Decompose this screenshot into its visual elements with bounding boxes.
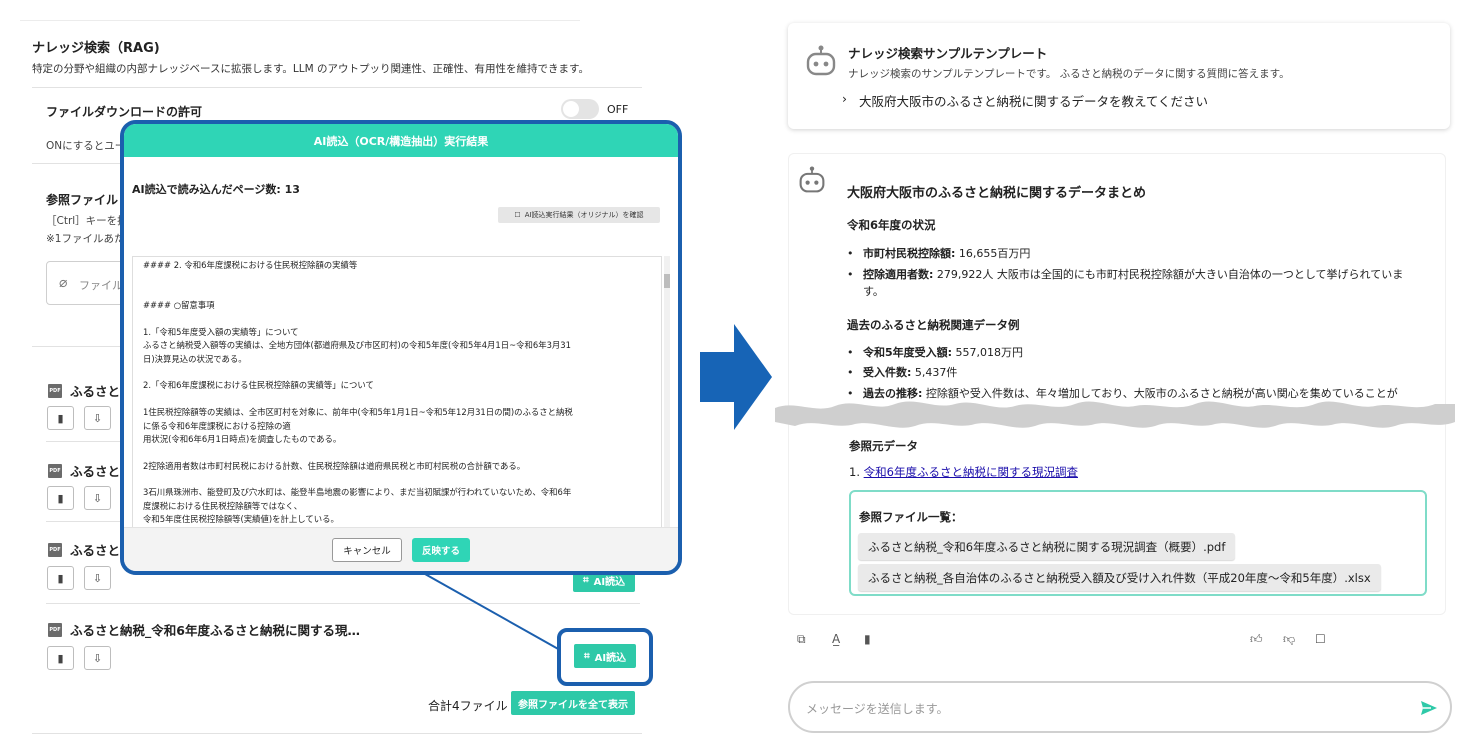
ocr-result-text: #### 2. 令和6年度課税における住民税控除額の実績等 #### ○留意事項 1… [143, 259, 573, 527]
scrollbar-thumb[interactable] [664, 274, 670, 288]
ocr-text-line: 度課税における住民税控除額等ではなく、 [143, 500, 303, 511]
ocr-text-line: 2控除適用者数は市町村民税における計数、住民税控除額は道府県民税と市町村民税の合… [143, 460, 526, 471]
ocr-text-line: 日)決算見込の状況である。 [143, 353, 247, 364]
dialog-header: AI読込（OCR/構造抽出）実行結果 [124, 124, 678, 157]
template-card[interactable]: ナレッジ検索サンプルテンプレート ナレッジ検索のサンプルテンプレートです。 ふる… [788, 23, 1450, 129]
apply-button[interactable]: 反映する [412, 538, 470, 562]
document-icon: ☐ [514, 211, 521, 219]
ocr-text-line [143, 366, 573, 378]
dialog-footer: キャンセル 反映する [124, 527, 678, 571]
scrollbar[interactable] [664, 256, 670, 528]
list-item-value: 16,655百万円 [955, 247, 1031, 260]
list-item: • 受入件数: 5,437件 [847, 366, 958, 379]
ocr-text-line: #### 2. 令和6年度課税における住民税控除額の実績等 [143, 260, 358, 270]
thumbs-down-icon[interactable]: 👎︎ [1283, 632, 1295, 647]
ocr-text-line [143, 313, 573, 325]
comment-icon[interactable]: ☐ [1315, 632, 1326, 646]
ocr-text-line [143, 272, 573, 284]
view-original-label: AI読込実行結果（オリジナル）を確認 [524, 211, 644, 219]
text-format-icon[interactable]: A̲ [832, 632, 840, 646]
template-title: ナレッジ検索サンプルテンプレート [848, 46, 1048, 61]
ocr-text-line: 令和5年度住民税控除額等(実績値)を計上している。 [143, 514, 339, 525]
composite-screenshot: ナレッジ検索（RAG) 特定の分野や組織の内部ナレッジベースに拡張します。LLM… [0, 0, 1473, 754]
source-index: 1. [849, 465, 860, 479]
template-prompt-text: 大阪府大阪市のふるさと納税に関するデータを教えてください [859, 94, 1209, 109]
sources-heading: 参照元データ [849, 439, 918, 453]
ocr-text-line: 3石川県珠洲市、能登町及び穴水町は、能登半島地震の影響により、まだ当初賦課が行わ… [143, 487, 572, 498]
list-item-value: 5,437件 [911, 366, 958, 379]
assistant-message: 大阪府大阪市のふるさと納税に関するデータまとめ 令和6年度の状況 • 市町村民税控… [775, 153, 1455, 615]
view-original-button[interactable]: ☐ AI読込実行結果（オリジナル）を確認 [498, 207, 660, 223]
pages-read-count: AI読込で読み込んだページ数: 13 [132, 183, 300, 196]
trash-icon[interactable]: ▮ [864, 632, 871, 646]
send-icon[interactable] [1420, 699, 1438, 717]
template-description: ナレッジ検索のサンプルテンプレートです。 ふるさと納税のデータに関する質問に答え… [848, 68, 1290, 80]
list-item-label: 市町村民税控除額: [863, 247, 956, 260]
answer-title: 大阪府大阪市のふるさと納税に関するデータまとめ [847, 186, 1147, 201]
list-item-label: 控除適用者数: [863, 268, 934, 281]
ocr-text-line [143, 473, 573, 485]
list-item: • 令和5年度受入額: 557,018万円 [847, 346, 1024, 359]
copy-icon[interactable]: ⧉ [797, 632, 806, 647]
ocr-text-line: 用状況(令和6年6月1日時点)を調査したものである。 [143, 433, 342, 444]
answer-section-heading: 過去のふるさと納税関連データ例 [847, 318, 1020, 332]
list-item: • 控除適用者数: 279,922人 大阪市は全国的にも市町村民税控除額が大きい自… [847, 268, 1404, 281]
reference-file-chip[interactable]: ふるさと納税_令和6年度ふるさと納税に関する現況調査（概要）.pdf [858, 533, 1236, 560]
ocr-text-line [143, 393, 573, 405]
ocr-text-line: に係る令和6年度課税における控除の適 [143, 420, 291, 431]
ocr-text-line: 1.「令和5年度受入額の実績等」について [143, 326, 299, 337]
list-item-value: 279,922人 大阪市は全国的にも市町村民税控除額が大きい自治体の一つとして挙… [933, 268, 1404, 281]
cancel-button[interactable]: キャンセル [332, 538, 402, 562]
dialog-title: AI読込（OCR/構造抽出）実行結果 [313, 134, 489, 148]
ocr-text-line [143, 286, 573, 298]
template-prompt[interactable]: › 大阪府大阪市のふるさと納税に関するデータを教えてください [842, 91, 1208, 110]
reference-files-box: 参照ファイル一覧： ふるさと納税_令和6年度ふるさと納税に関する現況調査（概要）… [849, 490, 1427, 596]
ocr-text-line: 2.「令和6年度課税における住民税控除額の実績等」について [143, 380, 374, 391]
answer-section-heading: 令和6年度の状況 [847, 218, 936, 232]
right-arrow-icon [700, 324, 772, 430]
message-input[interactable]: メッセージを送信します。 [788, 681, 1452, 733]
ocr-text-line: ふるさと納税受入額等の実績は、全地方団体(都道府県及び市区町村)の令和5年度(令… [143, 340, 571, 351]
robot-icon [799, 166, 825, 193]
ocr-text-line: 1住民税控除額等の実績は、全市区町村を対象に、前年中(令和5年1月1日~令和5年… [143, 407, 573, 418]
list-item-value: 557,018万円 [952, 346, 1024, 359]
list-item-label: 受入件数: [863, 366, 912, 379]
thumbs-up-icon[interactable]: 👍︎ [1250, 632, 1263, 647]
reference-file-chip[interactable]: ふるさと納税_各自治体のふるさと納税受入額及び受け入れ件数（平成20年度～令和5… [858, 564, 1381, 591]
reference-files-heading: 参照ファイル一覧： [859, 510, 963, 524]
chevron-right-icon: › [842, 91, 847, 106]
source-link[interactable]: 令和6年度ふるさと納税に関する現況調査 [864, 465, 1078, 479]
list-item: • 市町村民税控除額: 16,655百万円 [847, 247, 1031, 260]
list-item-label: 令和5年度受入額: [863, 346, 953, 359]
message-input-placeholder: メッセージを送信します。 [806, 702, 949, 716]
ocr-text-line: #### ○留意事項 [143, 300, 215, 311]
ocr-result-text-area[interactable]: #### 2. 令和6年度課税における住民税控除額の実績等 #### ○留意事項 1… [132, 256, 662, 528]
source-item: 1. 令和6年度ふるさと納税に関する現況調査 [849, 464, 1078, 480]
ocr-text-line [143, 446, 573, 458]
torn-edge-separator [775, 401, 1455, 428]
robot-icon [806, 45, 836, 76]
list-item-continuation: す。 [863, 285, 884, 298]
ai-read-result-dialog: AI読込（OCR/構造抽出）実行結果 AI読込で読み込んだページ数: 13 ☐ A… [120, 120, 682, 575]
